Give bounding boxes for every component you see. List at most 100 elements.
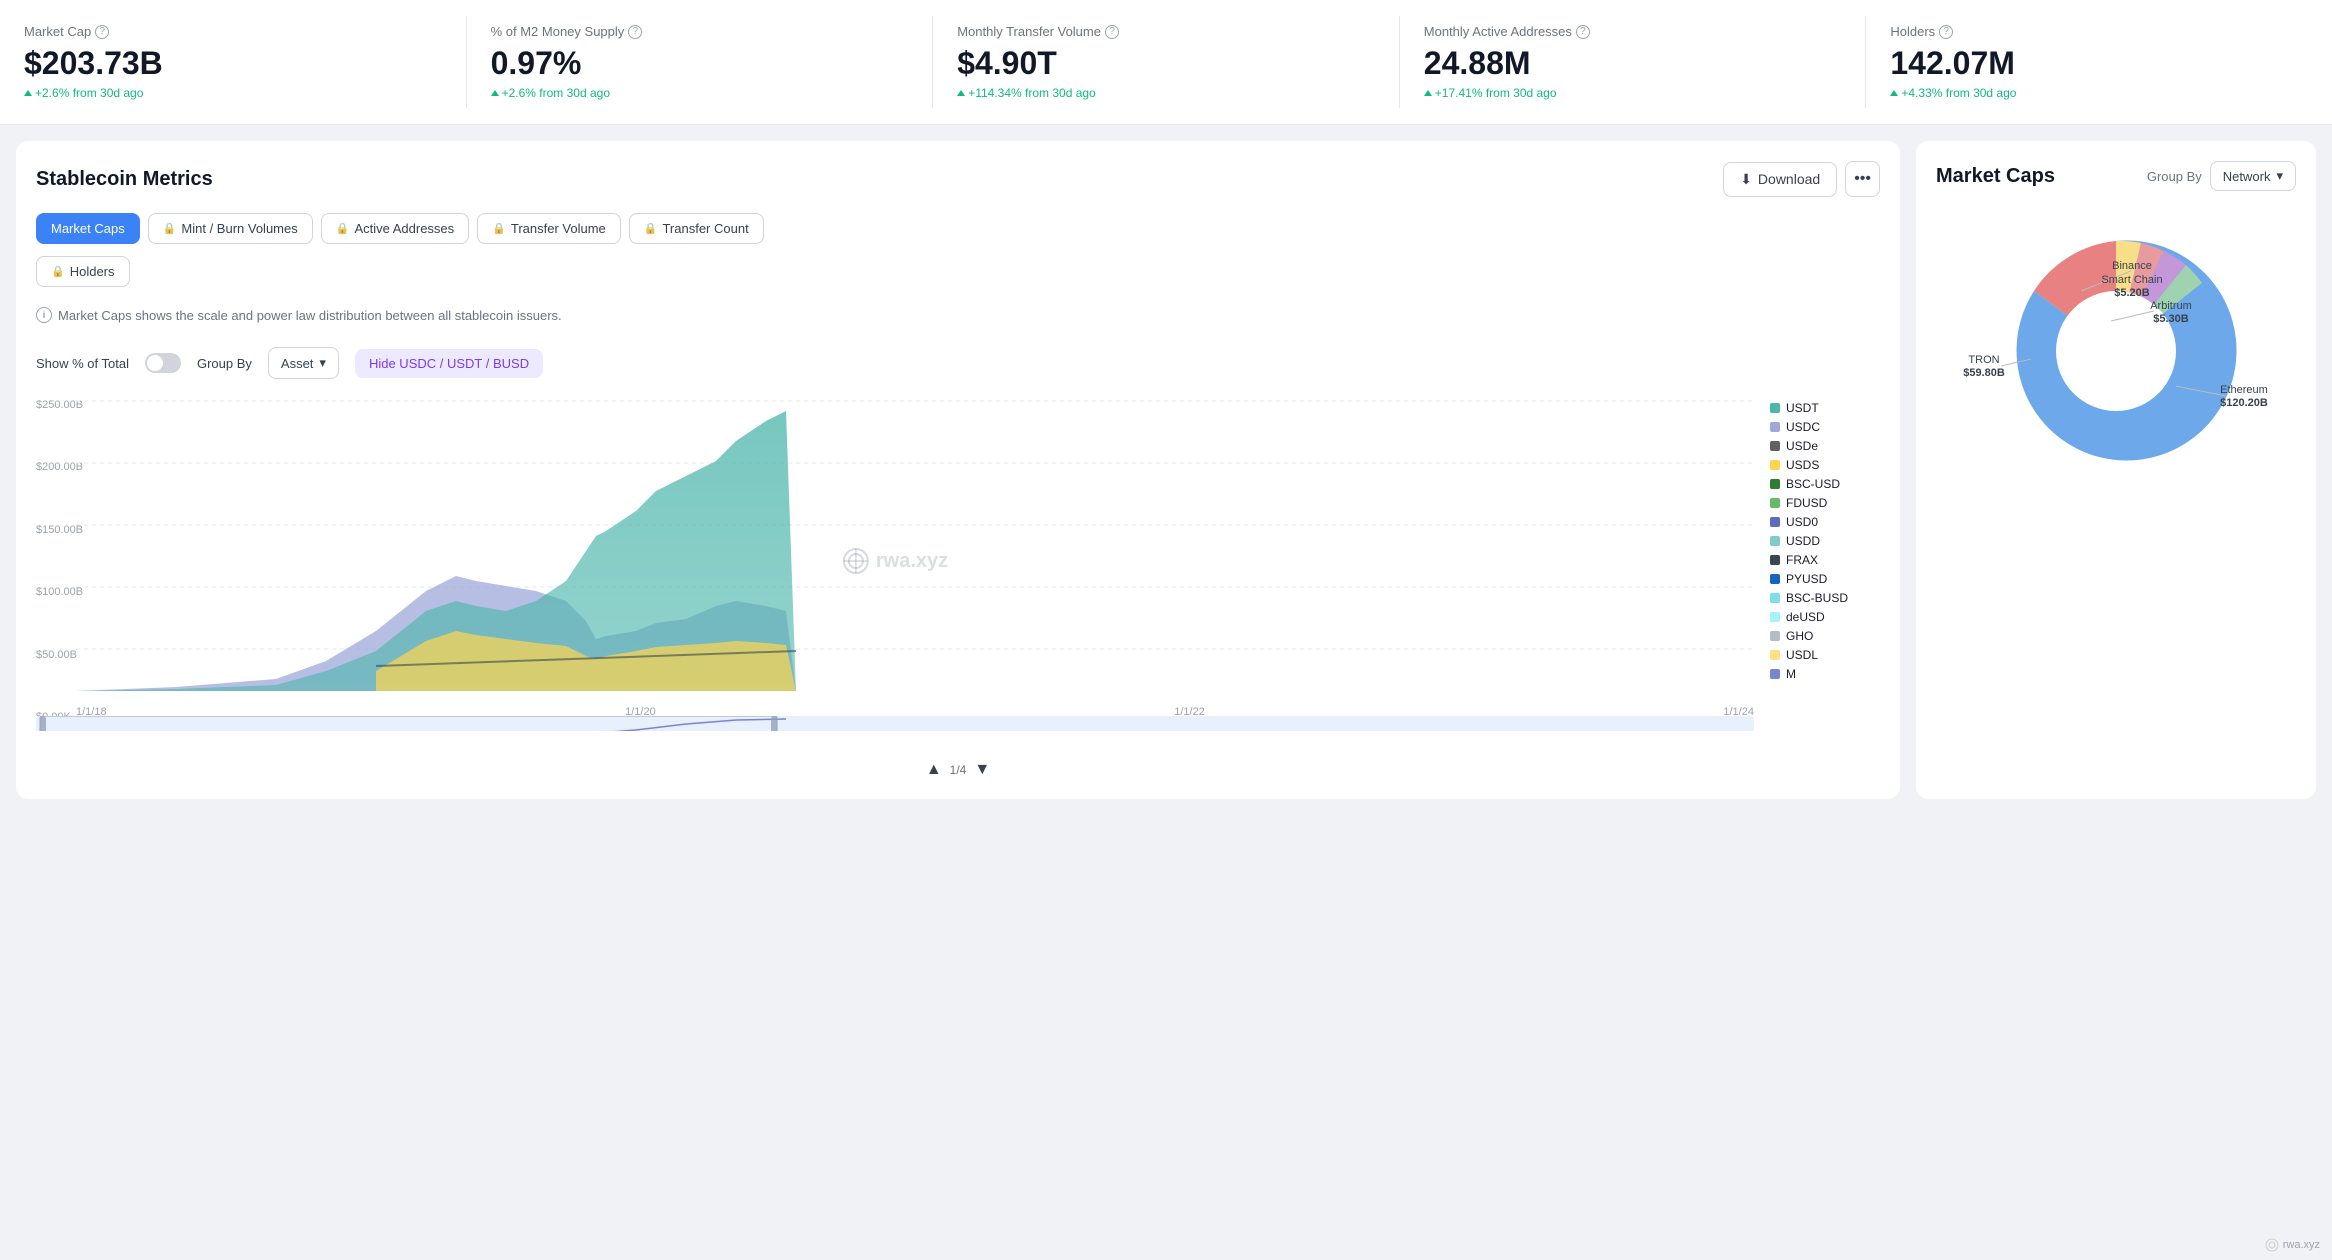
legend-item: USDD (1770, 534, 1880, 548)
legend-label: BSC-USD (1786, 477, 1840, 491)
legend-label: USDT (1786, 401, 1819, 415)
stat-item-transfer-volume: Monthly Transfer Volume ? $4.90T +114.34… (933, 16, 1400, 108)
svg-text:Arbitrum: Arbitrum (2150, 300, 2192, 312)
help-icon[interactable]: ? (1576, 25, 1590, 39)
donut-labels-svg: Binance Smart Chain $5.20B Arbitrum $5.3… (1936, 211, 2296, 491)
lock-icon: 🔒 (336, 222, 350, 235)
svg-text:$120.20B: $120.20B (2220, 397, 2268, 409)
legend-label: USDC (1786, 420, 1820, 434)
legend-label: FRAX (1786, 553, 1818, 567)
stat-value: 142.07M (1890, 45, 2308, 82)
group-by-row: Group By Network ▾ (2147, 161, 2296, 191)
stat-item-m2-supply: % of M2 Money Supply ? 0.97% +2.6% from … (467, 16, 934, 108)
download-icon: ⬇ (1740, 171, 1752, 188)
legend-item: BSC-USD (1770, 477, 1880, 491)
legend-item: BSC-BUSD (1770, 591, 1880, 605)
legend-label: GHO (1786, 629, 1813, 643)
tab-transfer-volume[interactable]: 🔒Transfer Volume (477, 213, 621, 244)
legend-dot (1770, 403, 1780, 413)
legend-item: USDS (1770, 458, 1880, 472)
page-up-icon[interactable]: ▲ (926, 761, 942, 779)
legend-item: deUSD (1770, 610, 1880, 624)
group-by-label: Group By (2147, 169, 2202, 184)
stat-item-active-addresses: Monthly Active Addresses ? 24.88M +17.41… (1400, 16, 1867, 108)
legend-dot (1770, 650, 1780, 660)
stat-change: +114.34% from 30d ago (957, 86, 1375, 100)
tab-holders[interactable]: 🔒Holders (36, 256, 130, 287)
up-arrow-icon (24, 90, 32, 96)
help-icon[interactable]: ? (628, 25, 642, 39)
chevron-down-icon: ▾ (319, 355, 326, 371)
download-button[interactable]: ⬇ Download (1723, 162, 1837, 197)
svg-text:TRON: TRON (1968, 354, 1999, 366)
tab-transfer-count[interactable]: 🔒Transfer Count (629, 213, 764, 244)
right-panel-header: Market Caps Group By Network ▾ (1936, 161, 2296, 191)
lock-icon: 🔒 (644, 222, 658, 235)
legend-label: BSC-BUSD (1786, 591, 1848, 605)
lock-icon: 🔒 (51, 265, 65, 278)
donut-chart-container: Binance Smart Chain $5.20B Arbitrum $5.3… (1936, 211, 2296, 491)
right-panel-title: Market Caps (1936, 165, 2055, 188)
page-down-icon[interactable]: ▼ (974, 761, 990, 779)
legend-dot (1770, 669, 1780, 679)
legend-dot (1770, 555, 1780, 565)
stat-value: 0.97% (491, 45, 909, 82)
show-percent-label: Show % of Total (36, 356, 129, 371)
legend-item: USDL (1770, 648, 1880, 662)
up-arrow-icon (957, 90, 965, 96)
pagination-text: 1/4 (950, 763, 967, 777)
chart-svg-element (76, 391, 1754, 701)
legend-item: USDC (1770, 420, 1880, 434)
tab-active-addresses[interactable]: 🔒Active Addresses (321, 213, 469, 244)
info-row: i Market Caps shows the scale and power … (36, 299, 1880, 331)
network-select[interactable]: Network ▾ (2210, 161, 2296, 191)
legend-item: USD0 (1770, 515, 1880, 529)
legend-label: M (1786, 667, 1796, 681)
chevron-down-icon: ▾ (2276, 168, 2283, 184)
group-by-select[interactable]: Asset ▾ (268, 347, 339, 379)
legend-item: M (1770, 667, 1880, 681)
stat-change: +17.41% from 30d ago (1424, 86, 1842, 100)
svg-text:$5.30B: $5.30B (2153, 313, 2189, 325)
legend-dot (1770, 612, 1780, 622)
svg-text:Smart Chain: Smart Chain (2101, 274, 2162, 286)
legend-label: USD0 (1786, 515, 1818, 529)
legend-dot (1770, 479, 1780, 489)
stat-label: Market Cap ? (24, 24, 442, 39)
pagination-row: ▲ 1/4 ▼ (36, 761, 1880, 779)
stat-value: $4.90T (957, 45, 1375, 82)
group-by-label: Group By (197, 356, 252, 371)
legend-label: USDS (1786, 458, 1819, 472)
stat-label: Monthly Active Addresses ? (1424, 24, 1842, 39)
up-arrow-icon (491, 90, 499, 96)
legend-item: PYUSD (1770, 572, 1880, 586)
tab-mint-burn[interactable]: 🔒Mint / Burn Volumes (148, 213, 313, 244)
stat-label: % of M2 Money Supply ? (491, 24, 909, 39)
legend-item: USDe (1770, 439, 1880, 453)
show-percent-toggle[interactable] (145, 353, 181, 373)
svg-text:$5.20B: $5.20B (2114, 287, 2150, 299)
tab-market-caps[interactable]: Market Caps (36, 213, 140, 244)
hide-button[interactable]: Hide USDC / USDT / BUSD (355, 349, 543, 378)
chart-svg: $250.00B$200.00B$150.00B$100.00B$50.00B$… (36, 391, 1754, 731)
legend-item: USDT (1770, 401, 1880, 415)
stat-label: Holders ? (1890, 24, 2308, 39)
stat-value: 24.88M (1424, 45, 1842, 82)
help-icon[interactable]: ? (95, 25, 109, 39)
legend-dot (1770, 441, 1780, 451)
legend-label: PYUSD (1786, 572, 1827, 586)
help-icon[interactable]: ? (1939, 25, 1953, 39)
legend-dot (1770, 536, 1780, 546)
info-text: Market Caps shows the scale and power la… (58, 308, 562, 323)
more-button[interactable]: ••• (1845, 161, 1880, 197)
legend-label: FDUSD (1786, 496, 1827, 510)
legend-dot (1770, 574, 1780, 584)
chart-area: $250.00B$200.00B$150.00B$100.00B$50.00B$… (36, 391, 1880, 731)
help-icon[interactable]: ? (1105, 25, 1119, 39)
panel-title: Stablecoin Metrics (36, 168, 213, 191)
svg-text:$59.80B: $59.80B (1963, 367, 2005, 379)
legend-dot (1770, 517, 1780, 527)
right-panel: Market Caps Group By Network ▾ (1916, 141, 2316, 799)
legend-label: USDD (1786, 534, 1820, 548)
mini-chart[interactable] (36, 716, 1754, 731)
